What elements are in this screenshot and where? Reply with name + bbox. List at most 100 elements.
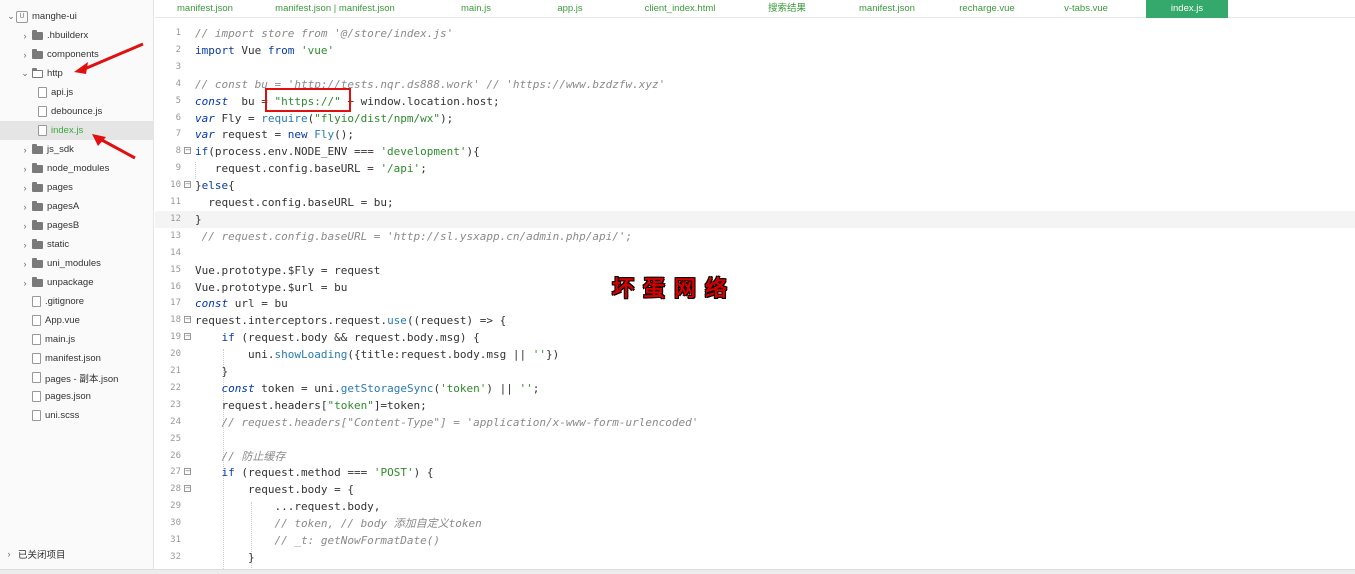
file-icon [32,372,41,383]
code-line[interactable]: 32 } [155,549,1355,566]
code-line[interactable]: 22 const token = uni.getStorageSync('tok… [155,380,1355,397]
line-number: 18 [170,315,181,326]
code-line[interactable]: 24 // request.headers["Content-Type"] = … [155,414,1355,431]
code-line[interactable]: 20 uni.showLoading({title:request.body.m… [155,346,1355,363]
code-line[interactable]: 31 // _t: getNowFormatDate() [155,532,1355,549]
editor-tab[interactable]: index.js [1146,0,1228,18]
editor-tab[interactable]: manifest.json | manifest.json [265,0,405,18]
tree-item-static[interactable]: › static [0,235,153,254]
line-number: 27 [170,467,181,478]
fold-toggle-icon[interactable]: − [184,468,191,476]
editor-tab[interactable]: v-tabs.vue [1050,0,1122,18]
editor-tab[interactable]: recharge.vue [945,0,1029,18]
tree-item-app-vue[interactable]: App.vue [0,311,153,330]
code-line[interactable]: 15 Vue.prototype.$Fly = request [155,262,1355,279]
code-line[interactable]: 9 request.config.baseURL = '/api'; [155,160,1355,177]
code-text: Vue.prototype.$url = bu [195,280,348,294]
editor-tab[interactable]: main.js [445,0,507,18]
code-line[interactable]: 14 [155,245,1355,262]
line-number: 14 [170,247,181,258]
highlight-box [265,88,351,112]
line-number: 21 [170,366,181,376]
code-text: // 防止缓存 [195,449,286,463]
tree-item-label: static [47,239,70,250]
code-line[interactable]: 21 } [155,363,1355,380]
code-text: request.config.baseURL = '/api'; [195,162,427,176]
folder-icon [32,238,43,249]
tree-item-pages-json[interactable]: pages.json [0,387,153,406]
chevron-right-icon[interactable]: › [20,240,30,250]
code-text: const token = uni.getStorageSync('token'… [221,381,540,395]
chevron-right-icon[interactable]: › [20,259,30,269]
tree-item-label: main.js [45,334,76,345]
code-line[interactable]: 23 request.headers["token"]=token; [155,397,1355,414]
fold-toggle-icon[interactable]: − [184,333,191,341]
line-number: 20 [170,349,181,360]
tree-item-label: .gitignore [45,296,85,307]
code-text: if (request.body && request.body.msg) { [221,331,480,345]
code-line[interactable]: 27− if (request.method === 'POST') { [155,464,1355,481]
chevron-right-icon[interactable]: › [20,202,30,212]
code-text: } [195,550,255,564]
chevron-right-icon[interactable]: › [20,278,30,288]
line-number: 25 [170,433,181,444]
code-line[interactable]: 18− request.interceptors.request.use((req… [155,312,1355,329]
editor-tab[interactable]: 搜索结果 [750,0,824,18]
tree-item-gitignore[interactable]: .gitignore [0,292,153,311]
editor-tab[interactable]: app.js [540,0,600,18]
code-line[interactable]: 3 [155,59,1355,76]
code-line[interactable]: 13 // request.config.baseURL = 'http://s… [155,228,1355,245]
tree-item-label: pagesA [47,201,80,212]
tree-item-manifest-json[interactable]: manifest.json [0,349,153,368]
code-line[interactable]: 12} [155,210,1355,228]
code-line[interactable]: 19− if (request.body && request.body.msg… [155,329,1355,346]
line-number: 13 [170,230,181,241]
tree-item-label: unpackage [47,277,94,288]
code-line[interactable]: 6 var Fly = require("flyio/dist/npm/wx"); [155,110,1355,127]
tree-item-pages-json[interactable]: pages - 副本.json [0,368,153,387]
chevron-right-icon[interactable]: › [20,221,30,231]
line-number: 23 [170,399,181,410]
code-text: }else{ [195,179,235,193]
editor-tab[interactable]: manifest.json [845,0,929,18]
code-line[interactable]: 2 import Vue from 'vue' [155,42,1355,59]
code-line[interactable]: 11 request.config.baseURL = bu; [155,194,1355,211]
folder-icon [32,219,43,230]
code-text: request.body = { [195,483,354,497]
code-line[interactable]: 25 [155,431,1355,448]
line-number: 17 [170,298,181,309]
tree-item-unpackage[interactable]: › unpackage [0,273,153,292]
fold-toggle-icon[interactable]: − [184,316,191,324]
fold-toggle-icon[interactable]: − [184,485,191,493]
file-icon [32,410,41,421]
annotation-arrows [74,42,144,160]
code-line[interactable]: 17 const url = bu [155,295,1355,312]
code-text: // token, // body 添加自定义token [195,517,482,531]
code-text: import Vue from 'vue' [195,43,335,57]
watermark: 坏蛋网络 [612,276,737,302]
tree-item-pagesb[interactable]: › pagesB [0,216,153,235]
code-line[interactable]: 1// import store from '@/store/index.js' [155,25,1355,42]
code-line[interactable]: 10−}else{ [155,177,1355,194]
code-line[interactable]: 7 var request = new Fly(); [155,126,1355,143]
folder-icon [32,257,43,268]
code-text: request.headers["token"]=token; [195,398,427,412]
editor-tab[interactable]: client_index.html [625,0,735,18]
tree-item-label: manifest.json [45,353,101,364]
code-line[interactable]: 16 Vue.prototype.$url = bu [155,279,1355,296]
tree-item-uni-scss[interactable]: uni.scss [0,406,153,425]
code-line[interactable]: 29 ...request.body, [155,498,1355,515]
code-line[interactable]: 26 // 防止缓存 [155,448,1355,465]
file-icon [32,315,41,326]
code-text: // _t: getNowFormatDate() [195,534,441,547]
code-line[interactable]: 28− request.body = { [155,481,1355,498]
code-text: if(process.env.NODE_ENV === 'development… [195,145,480,159]
code-text: // import store from '@/store/index.js' [195,27,454,40]
code-line[interactable]: 8− if(process.env.NODE_ENV === 'developme… [155,143,1355,160]
folder-icon [32,276,43,287]
tree-item-uni-modules[interactable]: › uni_modules [0,254,153,273]
tree-item-main-js[interactable]: main.js [0,330,153,349]
code-line[interactable]: 30 // token, // body 添加自定义token [155,515,1355,532]
closed-projects-item[interactable]: › 已关闭项目 [0,545,153,563]
folder-icon [32,200,43,211]
